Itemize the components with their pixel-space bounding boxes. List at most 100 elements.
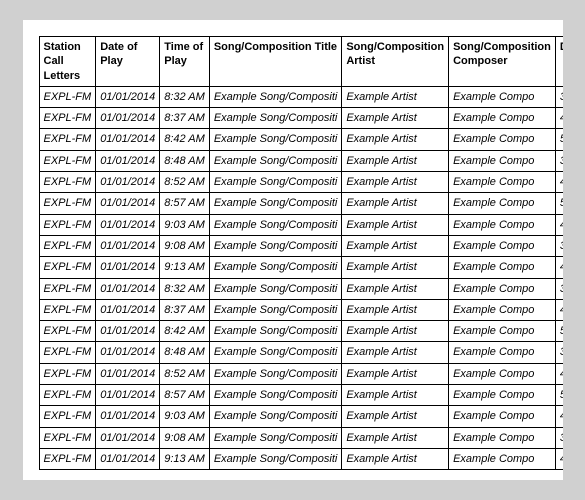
table-cell: EXPL-FM: [39, 172, 96, 193]
header-time: Time of Play: [160, 37, 210, 87]
table-cell: Example Song/Compositi: [209, 448, 342, 469]
table-cell: EXPL-FM: [39, 108, 96, 129]
table-cell: 9:08 AM: [160, 235, 210, 256]
table-cell: 4:20: [555, 406, 562, 427]
table-cell: 8:32 AM: [160, 278, 210, 299]
table-cell: 5:02: [555, 321, 562, 342]
table-cell: EXPL-FM: [39, 342, 96, 363]
table-cell: 01/01/2014: [96, 321, 160, 342]
table-cell: Example Song/Compositi: [209, 321, 342, 342]
table-cell: Example Artist: [342, 108, 449, 129]
table-row: EXPL-FM01/01/20149:08 AMExample Song/Com…: [39, 427, 563, 448]
table-cell: 01/01/2014: [96, 363, 160, 384]
table-cell: Example Compo: [449, 214, 556, 235]
table-cell: Example Song/Compositi: [209, 129, 342, 150]
table-cell: 01/01/2014: [96, 299, 160, 320]
table-row: EXPL-FM01/01/20148:32 AMExample Song/Com…: [39, 86, 563, 107]
header-artist: Song/Composition Artist: [342, 37, 449, 87]
table-cell: Example Artist: [342, 427, 449, 448]
table-cell: EXPL-FM: [39, 363, 96, 384]
table-cell: Example Song/Compositi: [209, 278, 342, 299]
table-row: EXPL-FM01/01/20149:03 AMExample Song/Com…: [39, 406, 563, 427]
table-row: EXPL-FM01/01/20148:42 AMExample Song/Com…: [39, 129, 563, 150]
table-cell: Example Artist: [342, 406, 449, 427]
table-cell: 8:37 AM: [160, 108, 210, 129]
table-cell: 9:13 AM: [160, 448, 210, 469]
table-cell: EXPL-FM: [39, 257, 96, 278]
table-cell: Example Compo: [449, 129, 556, 150]
table-cell: Example Artist: [342, 172, 449, 193]
table-cell: Example Artist: [342, 299, 449, 320]
table-cell: 3:33: [555, 278, 562, 299]
table-cell: 5:55: [555, 193, 562, 214]
table-cell: 01/01/2014: [96, 257, 160, 278]
table-cell: 01/01/2014: [96, 342, 160, 363]
table-cell: 9:08 AM: [160, 427, 210, 448]
table-cell: Example Compo: [449, 342, 556, 363]
table-cell: Example Compo: [449, 235, 556, 256]
table-cell: EXPL-FM: [39, 278, 96, 299]
table-cell: 4:05: [555, 448, 562, 469]
table-cell: 8:52 AM: [160, 363, 210, 384]
table-cell: EXPL-FM: [39, 427, 96, 448]
table-cell: 5:02: [555, 129, 562, 150]
table-cell: Example Compo: [449, 278, 556, 299]
table-cell: Example Artist: [342, 321, 449, 342]
table-cell: 01/01/2014: [96, 129, 160, 150]
table-cell: EXPL-FM: [39, 193, 96, 214]
table-cell: 01/01/2014: [96, 278, 160, 299]
table-cell: Example Compo: [449, 427, 556, 448]
table-cell: EXPL-FM: [39, 129, 96, 150]
table-cell: 01/01/2014: [96, 427, 160, 448]
table-cell: Example Artist: [342, 235, 449, 256]
table-cell: Example Song/Compositi: [209, 363, 342, 384]
table-cell: Example Artist: [342, 385, 449, 406]
table-row: EXPL-FM01/01/20148:52 AMExample Song/Com…: [39, 172, 563, 193]
table-cell: EXPL-FM: [39, 86, 96, 107]
table-cell: Example Song/Compositi: [209, 257, 342, 278]
table-row: EXPL-FM01/01/20148:37 AMExample Song/Com…: [39, 108, 563, 129]
table-cell: 8:32 AM: [160, 86, 210, 107]
table-cell: EXPL-FM: [39, 235, 96, 256]
table-cell: Example Song/Compositi: [209, 385, 342, 406]
table-cell: 8:52 AM: [160, 172, 210, 193]
table-row: EXPL-FM01/01/20149:13 AMExample Song/Com…: [39, 257, 563, 278]
table-cell: Example Song/Compositi: [209, 342, 342, 363]
table-cell: 01/01/2014: [96, 385, 160, 406]
table-cell: Example Artist: [342, 342, 449, 363]
table-cell: Example Compo: [449, 363, 556, 384]
table-cell: Example Artist: [342, 150, 449, 171]
table-cell: Example Song/Compositi: [209, 406, 342, 427]
table-cell: Example Compo: [449, 108, 556, 129]
table-row: EXPL-FM01/01/20148:57 AMExample Song/Com…: [39, 193, 563, 214]
table-cell: Example Artist: [342, 193, 449, 214]
table-cell: Example Song/Compositi: [209, 299, 342, 320]
table-cell: 01/01/2014: [96, 172, 160, 193]
table-cell: 3:59: [555, 235, 562, 256]
table-cell: Example Compo: [449, 299, 556, 320]
table-cell: 01/01/2014: [96, 448, 160, 469]
table-cell: 01/01/2014: [96, 406, 160, 427]
table-cell: Example Song/Compositi: [209, 108, 342, 129]
table-cell: EXPL-FM: [39, 150, 96, 171]
table-cell: 9:03 AM: [160, 406, 210, 427]
table-row: EXPL-FM01/01/20148:42 AMExample Song/Com…: [39, 321, 563, 342]
table-cell: EXPL-FM: [39, 299, 96, 320]
table-cell: 5:55: [555, 385, 562, 406]
table-cell: EXPL-FM: [39, 321, 96, 342]
page-container: Station Call Letters Date of Play Time o…: [23, 20, 563, 480]
table-cell: Example Compo: [449, 150, 556, 171]
table-cell: 01/01/2014: [96, 193, 160, 214]
table-cell: 9:03 AM: [160, 214, 210, 235]
table-cell: 01/01/2014: [96, 150, 160, 171]
table-cell: 3:15: [555, 150, 562, 171]
table-cell: EXPL-FM: [39, 406, 96, 427]
table-cell: Example Song/Compositi: [209, 235, 342, 256]
header-date: Date of Play: [96, 37, 160, 87]
table-cell: 8:48 AM: [160, 150, 210, 171]
table-row: EXPL-FM01/01/20148:48 AMExample Song/Com…: [39, 342, 563, 363]
table-cell: 01/01/2014: [96, 235, 160, 256]
table-cell: Example Artist: [342, 214, 449, 235]
table-cell: 8:37 AM: [160, 299, 210, 320]
table-cell: Example Song/Compositi: [209, 193, 342, 214]
